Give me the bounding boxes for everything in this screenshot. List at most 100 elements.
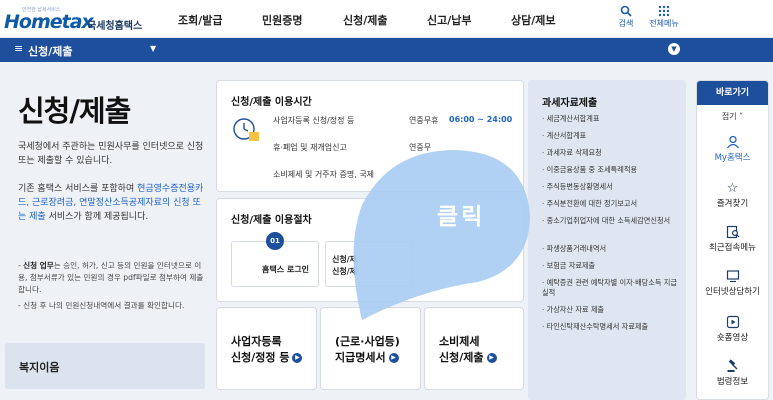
info-item-text: 보험금 자료제출 bbox=[546, 261, 596, 270]
info-item[interactable]: · 주식분전환에 대한 정기보고서 bbox=[542, 199, 682, 209]
tax-data-title: 과세자료제출 bbox=[542, 98, 598, 109]
info-item[interactable]: · 주식등변동상황명세서 bbox=[542, 182, 682, 192]
menu-title[interactable]: 신청/제출 bbox=[28, 43, 73, 59]
hamburger-icon[interactable]: ≡ bbox=[14, 42, 23, 55]
tile-payment-line2: 지급명세서 ▶ bbox=[335, 350, 399, 366]
step-apply-label: 신청/제 신청/제 bbox=[332, 255, 358, 276]
tile-business-registration[interactable]: 사업자등록 신청/정정 등 ▶ bbox=[216, 307, 317, 390]
arrow-right-icon: ▶ bbox=[486, 353, 497, 363]
tile-consumption-line1: 소비제세 bbox=[439, 335, 480, 348]
tile-consumption-tax[interactable]: 소비제세 신청/제출 ▶ bbox=[424, 307, 524, 390]
welfare-label: 복지이음 bbox=[19, 361, 60, 374]
nav-item-consult[interactable]: 상담/제보 bbox=[511, 12, 556, 28]
info-item-text: 가상자산 자료 제출 bbox=[546, 305, 605, 314]
logo-word: Hometax bbox=[4, 11, 94, 33]
nav-item-certificate[interactable]: 민원증명 bbox=[262, 12, 302, 28]
quick-links-title: 바로가기 bbox=[697, 81, 768, 105]
quick-links-panel: 바로가기 접기 ˅ My홈택스 ☆ 즐겨찾기 최근접속메뉴 인터넷상담하기 숏폼… bbox=[696, 80, 769, 400]
step-number-badge: 01 bbox=[266, 232, 284, 250]
info-item-text: 이중금융상품 중 조세특례적용 bbox=[546, 165, 638, 174]
tile-business-line1: 사업자등록 bbox=[231, 335, 282, 348]
monitor-icon bbox=[697, 269, 768, 285]
tile-consumption-line2-text: 신청/제출 bbox=[439, 351, 484, 364]
top-header: 안전한 납세서비스 Hometax 국세청홈택스 조회/발급 민원증명 신청/제… bbox=[0, 0, 773, 38]
chevron-down-icon[interactable]: ▼ bbox=[668, 43, 680, 55]
quick-online-consult[interactable]: 인터넷상담하기 bbox=[697, 269, 768, 297]
arrow-right-icon: ▶ bbox=[388, 353, 399, 363]
caret-down-icon[interactable]: ▼ bbox=[150, 44, 156, 53]
recent-search-icon bbox=[697, 225, 768, 241]
intro-services-a: 기존 홈택스 서비스를 포함하여 bbox=[18, 184, 138, 194]
info-item[interactable]: · 세금계산서합계표 bbox=[542, 114, 682, 124]
procedure-title: 신청/제출 이용절차 bbox=[231, 215, 312, 226]
hometax-logo[interactable]: 안전한 납세서비스 Hometax 국세청홈택스 bbox=[4, 6, 143, 34]
quick-favorites-label: 즐겨찾기 bbox=[716, 199, 749, 209]
info-item[interactable]: · 이중금융상품 중 조세특례적용 bbox=[542, 165, 682, 175]
note-result-text: 신청 후 나의 민원신청내역에서 결과를 확인합니다. bbox=[23, 301, 185, 310]
info-item[interactable]: · 계산서합계표 bbox=[542, 131, 682, 141]
page-title: 신청/제출 bbox=[18, 94, 131, 128]
info-item-text: 중소기업취업자에 대한 소득세감면신청서 bbox=[546, 216, 671, 225]
nav-item-lookup[interactable]: 조회/발급 bbox=[178, 12, 223, 28]
star-icon: ☆ bbox=[726, 181, 739, 196]
note-application-label: 신청 업무 bbox=[23, 261, 54, 270]
usage-hours-title: 신청/제출 이용시간 bbox=[231, 97, 312, 108]
info-item[interactable]: · 파생상품거래내역서 bbox=[542, 244, 682, 254]
search-button[interactable]: 검색 bbox=[606, 5, 646, 29]
quick-my-hometax-label: My홈택스 bbox=[714, 153, 751, 163]
info-item-text: 주식분전환에 대한 정기보고서 bbox=[546, 199, 638, 208]
info-item-text: 타인신탁재산수탁명세서 자료제출 bbox=[546, 322, 649, 331]
info-item[interactable]: · 예탁증권 관련 예탁자별 이자·배당소득 지급 실적 bbox=[542, 278, 682, 298]
quick-law-info[interactable]: 법령정보 bbox=[697, 359, 768, 387]
quick-law-info-label: 법령정보 bbox=[716, 377, 749, 387]
quick-recent-menu[interactable]: 최근접속메뉴 bbox=[697, 225, 768, 253]
fold-label: 접기 bbox=[721, 112, 737, 121]
tile-business-line2: 신청/정정 등 ▶ bbox=[231, 350, 303, 366]
step-apply: 신청/제 신청/제 bbox=[325, 241, 413, 287]
info-item-text: 주식등변동상황명세서 bbox=[546, 182, 613, 191]
info-item-text: 계산서합계표 bbox=[546, 131, 587, 140]
intro-description: 국세청에서 주관하는 민원사무를 인터넷으로 신청 또는 제출할 수 있습니다. bbox=[18, 142, 204, 166]
quick-online-consult-label: 인터넷상담하기 bbox=[705, 287, 760, 297]
nav-item-application[interactable]: 신청/제출 bbox=[343, 12, 388, 28]
info-item[interactable]: · 중소기업취업자에 대한 소득세감면신청서 bbox=[542, 216, 682, 226]
chevron-down-icon: ˅ bbox=[739, 112, 744, 121]
fold-button[interactable]: 접기 ˅ bbox=[697, 111, 768, 122]
tile-business-line2-text: 신청/정정 등 bbox=[231, 351, 290, 364]
hours-row-1-prefix: 연중무휴 bbox=[409, 116, 439, 125]
info-item[interactable]: · 타인신탁재산수탁명세서 자료제출 bbox=[542, 322, 682, 332]
quick-my-hometax[interactable]: My홈택스 bbox=[697, 135, 768, 163]
info-item[interactable]: · 보험금 자료제출 bbox=[542, 261, 682, 271]
grid-icon bbox=[644, 5, 684, 17]
welfare-banner[interactable]: 복지이음 bbox=[5, 343, 205, 389]
all-menu-label: 전체메뉴 bbox=[649, 19, 679, 28]
arrow-right-icon: ▶ bbox=[292, 353, 303, 363]
note-application: - 신청 업무는 승인, 허가, 신고 등의 민원을 인터넷으로 이용, 첨부서… bbox=[18, 261, 204, 294]
info-item-text: 파생상품거래내역서 bbox=[546, 244, 607, 253]
info-item-text: 예탁증권 관련 예탁자별 이자·배당소득 지급 실적 bbox=[542, 278, 678, 297]
step-login-label: 홈택스 로그인 bbox=[262, 265, 309, 274]
search-icon bbox=[606, 5, 646, 17]
gavel-icon bbox=[697, 359, 768, 375]
info-item-text: 과세자료 삭제요청 bbox=[546, 148, 602, 157]
quick-recent-menu-label: 최근접속메뉴 bbox=[709, 243, 756, 253]
tax-data-panel: 과세자료제출 · 세금계산서합계표 · 계산서합계표 · 과세자료 삭제요청 ·… bbox=[528, 80, 686, 400]
hours-row-2-label: 휴·폐업 및 재개업신고 bbox=[273, 143, 347, 152]
intro-services: 기존 홈택스 서비스를 포함하여 현금영수증전용카드, 근로장려금, 연말정산소… bbox=[18, 182, 208, 224]
hours-row-1-time: 06:00 ~ 24:00 bbox=[449, 115, 513, 124]
tile-payment-line1: (근로·사업등) bbox=[335, 335, 400, 348]
info-item[interactable]: · 과세자료 삭제요청 bbox=[542, 148, 682, 158]
quick-shortform-video[interactable]: 숏폼영상 bbox=[697, 315, 768, 343]
hours-row-3-label: 소비제세 및 거주자 증명, 국제 bbox=[273, 170, 375, 179]
nav-item-filing[interactable]: 신고/납부 bbox=[427, 12, 472, 28]
info-item[interactable]: · 가상자산 자료 제출 bbox=[542, 305, 682, 315]
logo-org: 국세청홈택스 bbox=[87, 21, 143, 32]
search-label: 검색 bbox=[618, 19, 634, 28]
click-bubble-label: 클릭 bbox=[437, 204, 486, 230]
tile-payment-statement[interactable]: (근로·사업등) 지급명세서 ▶ bbox=[320, 307, 421, 390]
hours-row-2-prefix: 연중무 bbox=[409, 143, 432, 152]
quick-favorites[interactable]: ☆ 즐겨찾기 bbox=[697, 181, 768, 209]
play-icon bbox=[697, 315, 768, 331]
all-menu-button[interactable]: 전체메뉴 bbox=[644, 5, 684, 29]
tile-payment-line2-text: 지급명세서 bbox=[335, 351, 386, 364]
